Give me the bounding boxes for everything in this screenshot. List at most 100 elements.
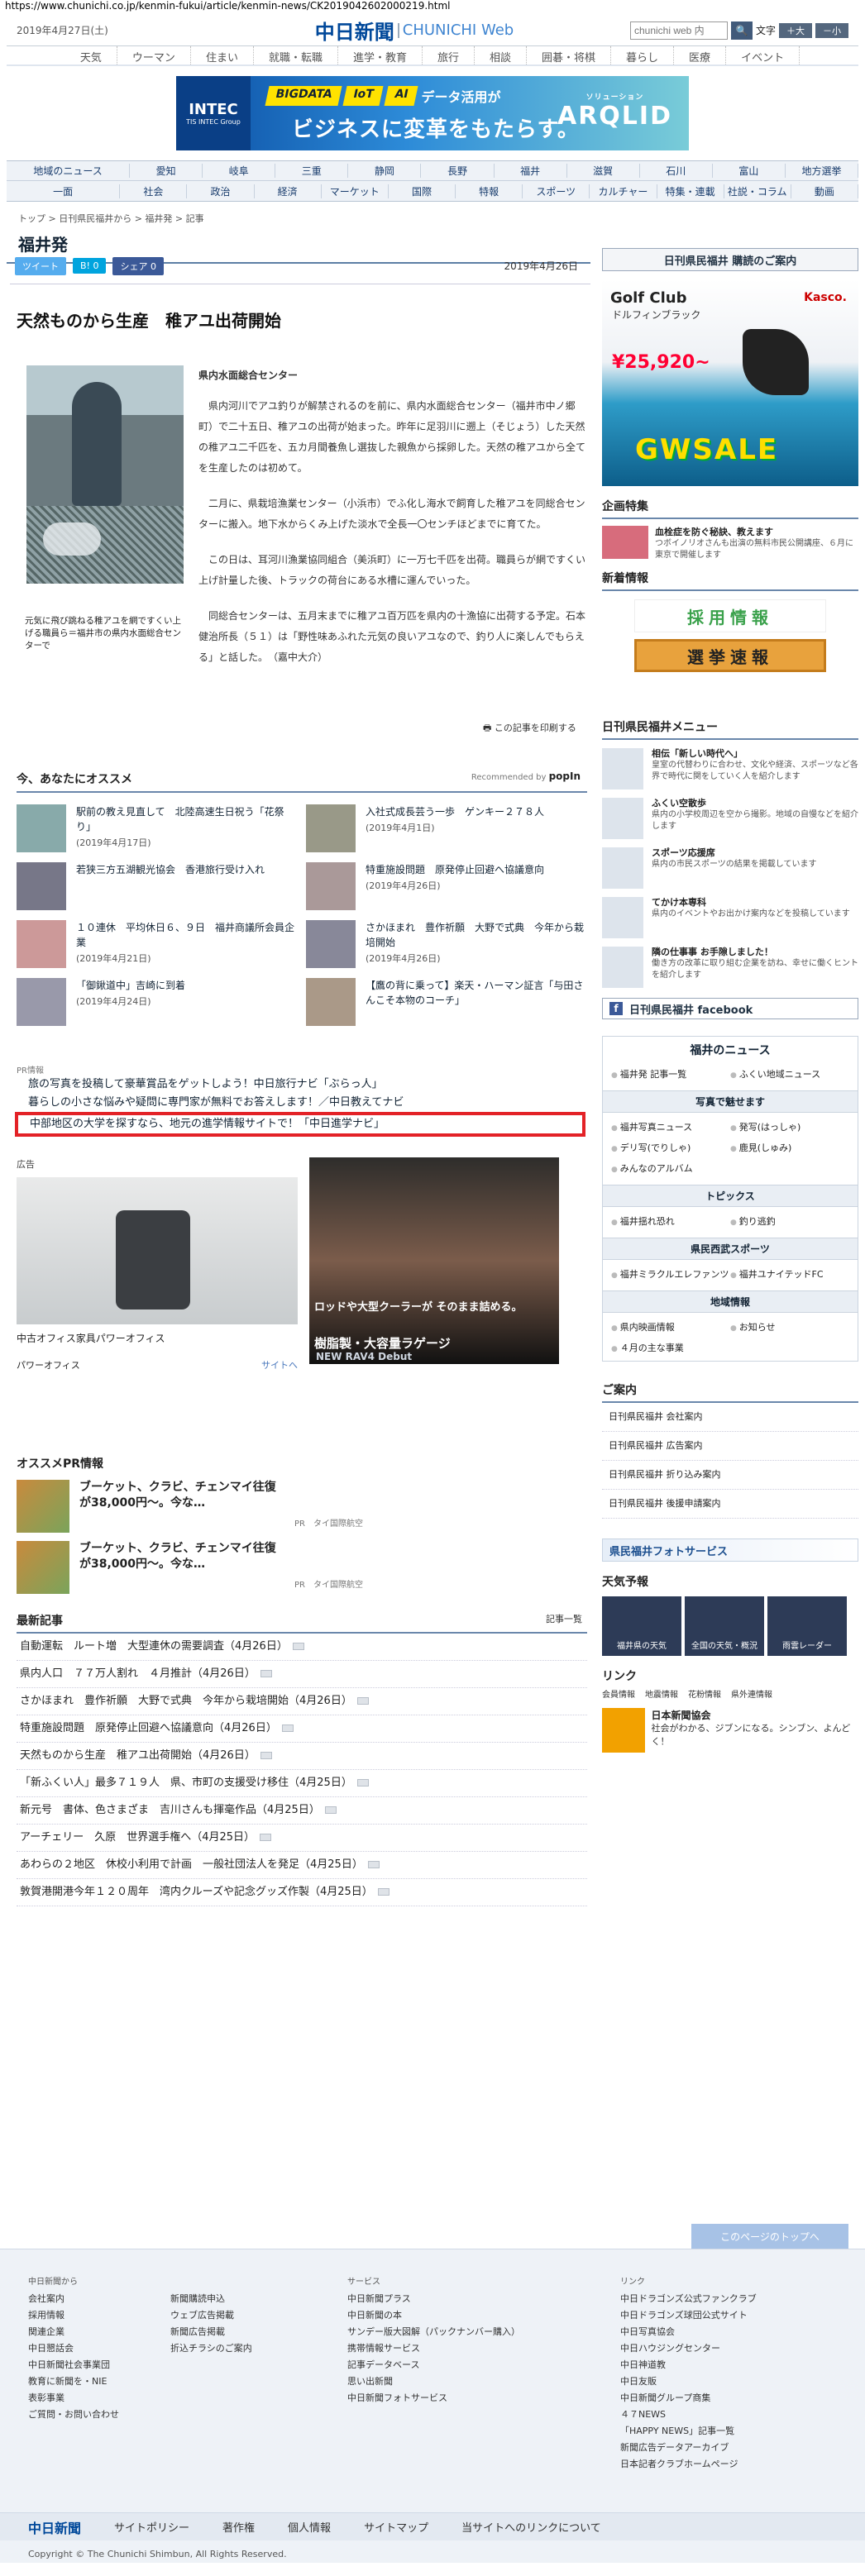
footer-bar-link[interactable]: サイトポリシー: [114, 2519, 189, 2535]
fukui-news-link[interactable]: 発写(はっしゃ): [730, 1118, 849, 1138]
footer-link[interactable]: 記事データベース: [347, 2357, 520, 2373]
recommend-item[interactable]: １０連休 平均休日６、９日 福井商議所会員企業 (2019年4月21日): [17, 920, 298, 968]
footer-link[interactable]: 表彰事業: [28, 2390, 119, 2407]
popin-credit[interactable]: Recommended by popIn: [471, 770, 581, 782]
pr-item[interactable]: 中部地区の大学を探すなら、地元の進学情報サイトで！「中日進学ナビ」: [15, 1112, 585, 1137]
footer-link[interactable]: ４７NEWS: [620, 2407, 757, 2423]
annai-item[interactable]: 日刊県民福井 折り込み案内: [602, 1461, 858, 1490]
link-item[interactable]: 県外連情報: [731, 1687, 772, 1700]
link-item[interactable]: 地震情報: [645, 1687, 678, 1700]
link-item[interactable]: 花粉情報: [688, 1687, 721, 1700]
footer-bar-link[interactable]: 当サイトへのリンクについて: [461, 2519, 601, 2535]
footer-bar-link[interactable]: 著作権: [222, 2519, 255, 2535]
footer-link[interactable]: 新聞購読申込: [170, 2291, 252, 2307]
footer-link[interactable]: 日本記者クラブホームページ: [620, 2456, 757, 2473]
fukui-news-link[interactable]: みんなのアルバム: [611, 1159, 730, 1180]
footer-link[interactable]: 中日新聞社会事業団: [28, 2357, 119, 2373]
fukui-menu-item[interactable]: てかけ本専科 県内のイベントやお出かけ案内などを投稿しています: [602, 897, 858, 938]
latest-news-item[interactable]: アーチェリー 久原 世界選手権へ（4月25日）: [17, 1825, 587, 1852]
subscribe-banner[interactable]: 日刊県民福井 購読のご案内: [602, 248, 858, 271]
footer-link[interactable]: 中日ドラゴンズ球団公式サイト: [620, 2307, 757, 2324]
osusume-pr-item[interactable]: ブーケット、クラビ、チェンマイ往復 が38,000円～。今な… PR タイ国際航空: [17, 1480, 587, 1533]
footer-link[interactable]: 会社案内: [28, 2291, 119, 2307]
pr-item[interactable]: 暮らしの小さな悩みや疑問に専門家が無料でお答えします！／中日教えてナビ: [17, 1094, 587, 1112]
weather-link[interactable]: 全国の天気・概況: [685, 1596, 764, 1656]
fukui-news-link[interactable]: デリ写(でりしゃ): [611, 1138, 730, 1159]
footer-logo[interactable]: 中日新聞: [28, 2517, 81, 2537]
annai-item[interactable]: 日刊県民福井 広告案内: [602, 1432, 858, 1461]
fukui-news-link[interactable]: 県内映画情報: [611, 1318, 730, 1338]
latest-news-item[interactable]: 「新ふくい人」最多７１９人 県、市町の支援受け移住（4月25日）: [17, 1770, 587, 1797]
fukui-news-link[interactable]: 釣り逃釣: [730, 1212, 849, 1233]
fukui-news-link[interactable]: 福井揺れ恐れ: [611, 1212, 730, 1233]
recommend-item[interactable]: さかほまれ 豊作祈願 大野で式典 今年から栽培開始 (2019年4月26日): [306, 920, 587, 968]
latest-news-item[interactable]: 敦賀港開港今年１２０周年 湾内クルーズや記念グッズ作製（4月25日）: [17, 1879, 587, 1906]
footer-link[interactable]: 「HAPPY NEWS」記事一覧: [620, 2423, 757, 2440]
fukui-menu-item[interactable]: 相伝「新しい時代へ」 皇室の代替わりに合わせ、文化や経済、スポーツなど各界で時代に…: [602, 748, 858, 789]
fukui-news-link[interactable]: ４月の主な事業: [611, 1338, 730, 1359]
annai-item[interactable]: 日刊県民福井 会社案内: [602, 1403, 858, 1432]
footer-link[interactable]: 中日写真協会: [620, 2324, 757, 2340]
footer-link[interactable]: 中日新聞の本: [347, 2307, 520, 2324]
footer-link[interactable]: 携帯情報サービス: [347, 2340, 520, 2357]
recommend-item[interactable]: 若狭三方五湖観光協会 香港旅行受け入れ: [17, 862, 298, 910]
annai-item[interactable]: 日刊県民福井 後援申請案内: [602, 1490, 858, 1519]
fukui-menu-item[interactable]: 隣の仕事事 お手隙しました！ 働き方の改革に取り組む企業を訪ね、幸せに働くヒントを…: [602, 947, 858, 988]
footer-link[interactable]: 中日新聞プラス: [347, 2291, 520, 2307]
footer-link[interactable]: 中日ドラゴンズ公式ファンクラブ: [620, 2291, 757, 2307]
latest-news-more[interactable]: 記事一覧: [546, 1612, 587, 1629]
fukui-menu-item[interactable]: ふくい空散歩 県内の小学校周辺を空から撮影。地域の自慢などを紹介します: [602, 798, 858, 839]
footer-link[interactable]: 中日懇話会: [28, 2340, 119, 2357]
footer-link[interactable]: 思い出新聞: [347, 2373, 520, 2390]
recommend-item[interactable]: 【鷹の背に乗って】楽天・ハーマン証言「与田さんこそ本物のコーチ」: [306, 978, 587, 1026]
latest-news-item[interactable]: あわらの２地区 休校小利用で計画 一般社団法人を発足（4月25日）: [17, 1852, 587, 1879]
footer-link[interactable]: 新聞広告データアーカイブ: [620, 2440, 757, 2456]
hatena-button[interactable]: B! 0: [73, 258, 107, 274]
footer-link[interactable]: 中日友販: [620, 2373, 757, 2390]
fukui-news-link[interactable]: 福井ミラクルエレファンツ: [611, 1265, 730, 1286]
facebook-link[interactable]: f 日刊県民福井 facebook: [602, 998, 858, 1019]
link-item[interactable]: 会員情報: [602, 1687, 635, 1700]
recommend-item[interactable]: 「御鍬道中」吉崎に到着 (2019年4月24日): [17, 978, 298, 1026]
footer-link[interactable]: 中日ハウジングセンター: [620, 2340, 757, 2357]
facebook-share-button[interactable]: シェア 0: [112, 256, 164, 275]
osusume-pr-item[interactable]: ブーケット、クラビ、チェンマイ往復 が38,000円～。今な… PR タイ国際航空: [17, 1541, 587, 1594]
footer-link[interactable]: 採用情報: [28, 2307, 119, 2324]
fukui-news-link[interactable]: お知らせ: [730, 1318, 849, 1338]
footer-bar-link[interactable]: サイトマップ: [364, 2519, 428, 2535]
office-ad-link[interactable]: サイトへ: [261, 1358, 298, 1371]
weather-link[interactable]: 福井県の天気: [602, 1596, 681, 1656]
latest-news-item[interactable]: さかほまれ 豊作祈願 大野で式典 今年から栽培開始（4月26日）: [17, 1688, 587, 1715]
footer-link[interactable]: 折込チラシのご案内: [170, 2340, 252, 2357]
latest-news-item[interactable]: 自動運転 ルート増 大型連休の需要調査（4月26日）: [17, 1634, 587, 1661]
office-ad[interactable]: 広告 中古オフィス家具パワーオフィス パワーオフィス サイトへ: [17, 1157, 298, 1371]
golf-ad[interactable]: Golf Club ドルフィンブラック Kasco. ¥25,920~ GWSA…: [602, 279, 858, 486]
fukui-news-link[interactable]: 福井写真ニュース: [611, 1118, 730, 1138]
election-banner[interactable]: 選挙速報: [634, 639, 826, 672]
article-photo[interactable]: [26, 365, 184, 584]
fukui-news-link[interactable]: ふくい地域ニュース: [730, 1065, 849, 1085]
jnk-banner[interactable]: 日本新聞協会 社会がわかる、ジブンになる。シンブン、よんどく！: [602, 1708, 858, 1753]
latest-news-item[interactable]: 天然ものから生産 稚アユ出荷開始（4月26日）: [17, 1743, 587, 1770]
weather-link[interactable]: 雨雲レーダー: [767, 1596, 847, 1656]
footer-link[interactable]: ご質問・お問い合わせ: [28, 2407, 119, 2423]
latest-news-item[interactable]: 県内人口 ７７万人割れ ４月推計（4月26日）: [17, 1661, 587, 1688]
fukui-news-link[interactable]: 福井発 記事一覧: [611, 1065, 730, 1085]
recommend-item[interactable]: 入社式成長芸う一歩 ゲンキー２７８人 (2019年4月1日): [306, 804, 587, 852]
footer-link[interactable]: ウェブ広告掲載: [170, 2307, 252, 2324]
kikaku-item[interactable]: 血栓症を防ぐ秘訣、教えます つボイノリオさんも出演の無料市民公開講座、６月に東京で…: [602, 526, 858, 561]
footer-link[interactable]: サンデー版大図解（パックナンバー購入）: [347, 2324, 520, 2340]
recommend-item[interactable]: 駅前の教え見直して 北陸高速生日祝う「花祭り」 (2019年4月17日): [17, 804, 298, 852]
footer-link[interactable]: 中日神道教: [620, 2357, 757, 2373]
fukui-news-link[interactable]: 福井ユナイテッドFC: [730, 1265, 849, 1286]
recruit-banner[interactable]: 採用情報: [634, 599, 826, 632]
footer-link[interactable]: 関連企業: [28, 2324, 119, 2340]
footer-bar-link[interactable]: 個人情報: [288, 2519, 331, 2535]
latest-news-item[interactable]: 特重施設問題 原発停止回避へ協議意向（4月26日）: [17, 1715, 587, 1743]
car-ad[interactable]: ロッドや大型クーラーが そのまま詰める。 樹脂製・大容量ラゲージ NEW RAV…: [309, 1157, 559, 1364]
fukui-news-link[interactable]: 鹿見(しゅみ): [730, 1138, 849, 1159]
fukui-menu-item[interactable]: スポーツ応援席 県内の市民スポーツの結果を掲載しています: [602, 847, 858, 889]
recommend-item[interactable]: 特重施設問題 原発停止回避へ協議意向 (2019年4月26日): [306, 862, 587, 910]
footer-link[interactable]: 新聞広告掲載: [170, 2324, 252, 2340]
footer-link[interactable]: 中日新聞グループ商集: [620, 2390, 757, 2407]
